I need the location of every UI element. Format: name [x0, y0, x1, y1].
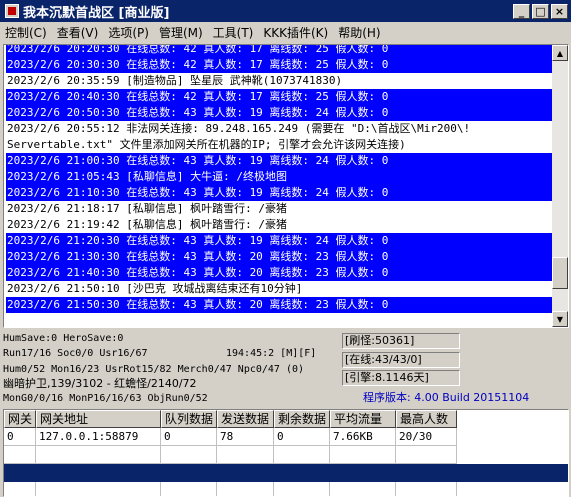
table-cell-empty [4, 464, 36, 482]
table-header: 网关 网关地址 队列数据 发送数据 剩余数据 平均流量 最高人数 [4, 410, 568, 428]
monster-status: 幽暗护卫,139/3102 - 红蟾怪/2140/72 [3, 377, 197, 390]
menu-control[interactable]: 控制(C) [0, 24, 52, 41]
table-cell-empty [396, 464, 457, 482]
table-cell-empty [36, 482, 161, 496]
log-line: 2023/2/6 21:05:43 [私聊信息] 大牛逼: /终极地图 [6, 169, 553, 185]
log-line: 2023/2/6 20:20:30 在线总数: 42 真人数: 17 离线数: … [6, 45, 553, 57]
table-row-selected[interactable] [4, 464, 568, 482]
table-cell-empty [274, 446, 330, 464]
window-controls: _ □ × [513, 3, 568, 19]
log-line: 2023/2/6 20:50:30 在线总数: 43 真人数: 19 离线数: … [6, 105, 553, 121]
log-line: 2023/2/6 21:50:30 在线总数: 43 真人数: 20 离线数: … [6, 297, 553, 313]
menu-view[interactable]: 查看(V) [52, 24, 104, 41]
table-row[interactable]: 0 127.0.0.1:58879 0 78 0 7.66KB 20/30 [4, 428, 568, 446]
column-header[interactable]: 队列数据 [161, 410, 217, 428]
window-title: 我本沉默首战区 [商业版] [23, 5, 170, 21]
scroll-thumb[interactable] [552, 257, 568, 289]
scroll-down-button[interactable]: ▼ [552, 311, 568, 327]
log-line: 2023/2/6 20:30:30 在线总数: 42 真人数: 17 离线数: … [6, 57, 553, 73]
table-cell-empty [4, 482, 36, 496]
mon-process-status: MonG0/0/16 MonP16/16/63 ObjRun0/52 [3, 393, 208, 404]
program-version: 程序版本: 4.00 Build 20151104 [363, 391, 530, 404]
table-cell-empty [217, 446, 274, 464]
save-status: HumSave:0 HeroSave:0 [3, 333, 124, 344]
log-line: 2023/2/6 21:20:30 在线总数: 43 真人数: 19 离线数: … [6, 233, 553, 249]
scroll-up-button[interactable]: ▲ [552, 45, 568, 61]
column-header[interactable]: 剩余数据 [274, 410, 330, 428]
app-icon [5, 4, 19, 18]
maximize-button[interactable]: □ [532, 3, 549, 19]
table-cell-empty [217, 464, 274, 482]
table-cell-empty [161, 446, 217, 464]
table-cell-empty [330, 446, 396, 464]
table-cell-empty [330, 482, 396, 496]
run-time: 194:45:2 [M][F] [226, 348, 317, 359]
table-cell: 0 [274, 428, 330, 446]
log-scrollbar[interactable]: ▲ ▼ [552, 45, 568, 327]
table-cell-empty [330, 464, 396, 482]
table-cell-empty [396, 482, 457, 496]
log-line: 2023/2/6 21:18:17 [私聊信息] 枫叶踏雪行: /豪猪 [7, 202, 287, 215]
log-line: 2023/2/6 21:30:30 在线总数: 43 真人数: 20 离线数: … [6, 249, 553, 265]
table-cell-empty [36, 446, 161, 464]
menu-manage[interactable]: 管理(M) [154, 24, 208, 41]
spawn-counter: [刷怪:50361] [342, 333, 460, 349]
table-cell-empty [161, 482, 217, 496]
table-cell-empty [161, 464, 217, 482]
log-line: 2023/2/6 21:40:30 在线总数: 43 真人数: 20 离线数: … [6, 265, 553, 281]
column-header[interactable]: 平均流量 [330, 410, 396, 428]
log-line: Servertable.txt" 文件里添加网关所在机器的IP; 引擎才会允许该… [7, 138, 406, 151]
table-row-empty[interactable] [4, 482, 568, 496]
table-cell-empty [396, 446, 457, 464]
minimize-button[interactable]: _ [513, 3, 530, 19]
column-header[interactable]: 网关 [4, 410, 36, 428]
table-cell-empty [274, 482, 330, 496]
close-button[interactable]: × [551, 3, 568, 19]
table-cell: 0 [4, 428, 36, 446]
log-line: 2023/2/6 21:19:42 [私聊信息] 枫叶踏雪行: /豪猪 [7, 218, 287, 231]
table-cell: 78 [217, 428, 274, 446]
run-status: Run17/16 Soc0/0 Usr16/67 [3, 348, 148, 359]
table-cell-empty [274, 464, 330, 482]
table-row-empty[interactable] [4, 446, 568, 464]
log-line: 2023/2/6 21:00:30 在线总数: 43 真人数: 19 离线数: … [6, 153, 553, 169]
log-line: 2023/2/6 21:50:10 [沙巴克 攻城战离结束还有10分钟] [7, 282, 303, 295]
log-line: 2023/2/6 20:35:59 [制造物品] 坠星辰 武神靴(1073741… [7, 74, 343, 87]
engine-uptime: [引擎:8.1146天] [342, 370, 460, 386]
log-list: 2023/2/6 20:20:30 在线总数: 42 真人数: 17 离线数: … [6, 45, 553, 313]
object-status: Hum0/52 Mon16/23 UsrRot15/82 Merch0/47 N… [3, 364, 305, 375]
column-header[interactable]: 最高人数 [396, 410, 457, 428]
menu-bar: 控制(C) 查看(V) 选项(P) 管理(M) 工具(T) KKK插件(K) 帮… [0, 22, 571, 43]
menu-kkk-plugins[interactable]: KKK插件(K) [258, 24, 333, 41]
title-bar: 我本沉默首战区 [商业版] _ □ × [0, 0, 571, 22]
table-cell: 0 [161, 428, 217, 446]
column-header[interactable]: 发送数据 [217, 410, 274, 428]
table-cell-empty [4, 446, 36, 464]
table-cell-empty [36, 464, 161, 482]
log-line: 2023/2/6 20:40:30 在线总数: 42 真人数: 17 离线数: … [6, 89, 553, 105]
log-panel[interactable]: 2023/2/6 20:20:30 在线总数: 42 真人数: 17 离线数: … [3, 44, 569, 328]
log-line: 2023/2/6 20:55:12 非法网关连接: 89.248.165.249… [7, 122, 471, 135]
menu-help[interactable]: 帮助(H) [333, 24, 385, 41]
gateway-table[interactable]: 网关 网关地址 队列数据 发送数据 剩余数据 平均流量 最高人数 0 127.0… [3, 409, 569, 497]
online-counter: [在线:43/43/0] [342, 352, 460, 368]
table-cell-empty [217, 482, 274, 496]
column-header[interactable]: 网关地址 [36, 410, 161, 428]
status-area: HumSave:0 HeroSave:0 Run17/16 Soc0/0 Usr… [0, 330, 571, 408]
menu-tools[interactable]: 工具(T) [208, 24, 259, 41]
table-cell: 127.0.0.1:58879 [36, 428, 161, 446]
table-cell: 20/30 [396, 428, 457, 446]
menu-options[interactable]: 选项(P) [103, 24, 154, 41]
log-line: 2023/2/6 21:10:30 在线总数: 43 真人数: 19 离线数: … [6, 185, 553, 201]
table-cell: 7.66KB [330, 428, 396, 446]
